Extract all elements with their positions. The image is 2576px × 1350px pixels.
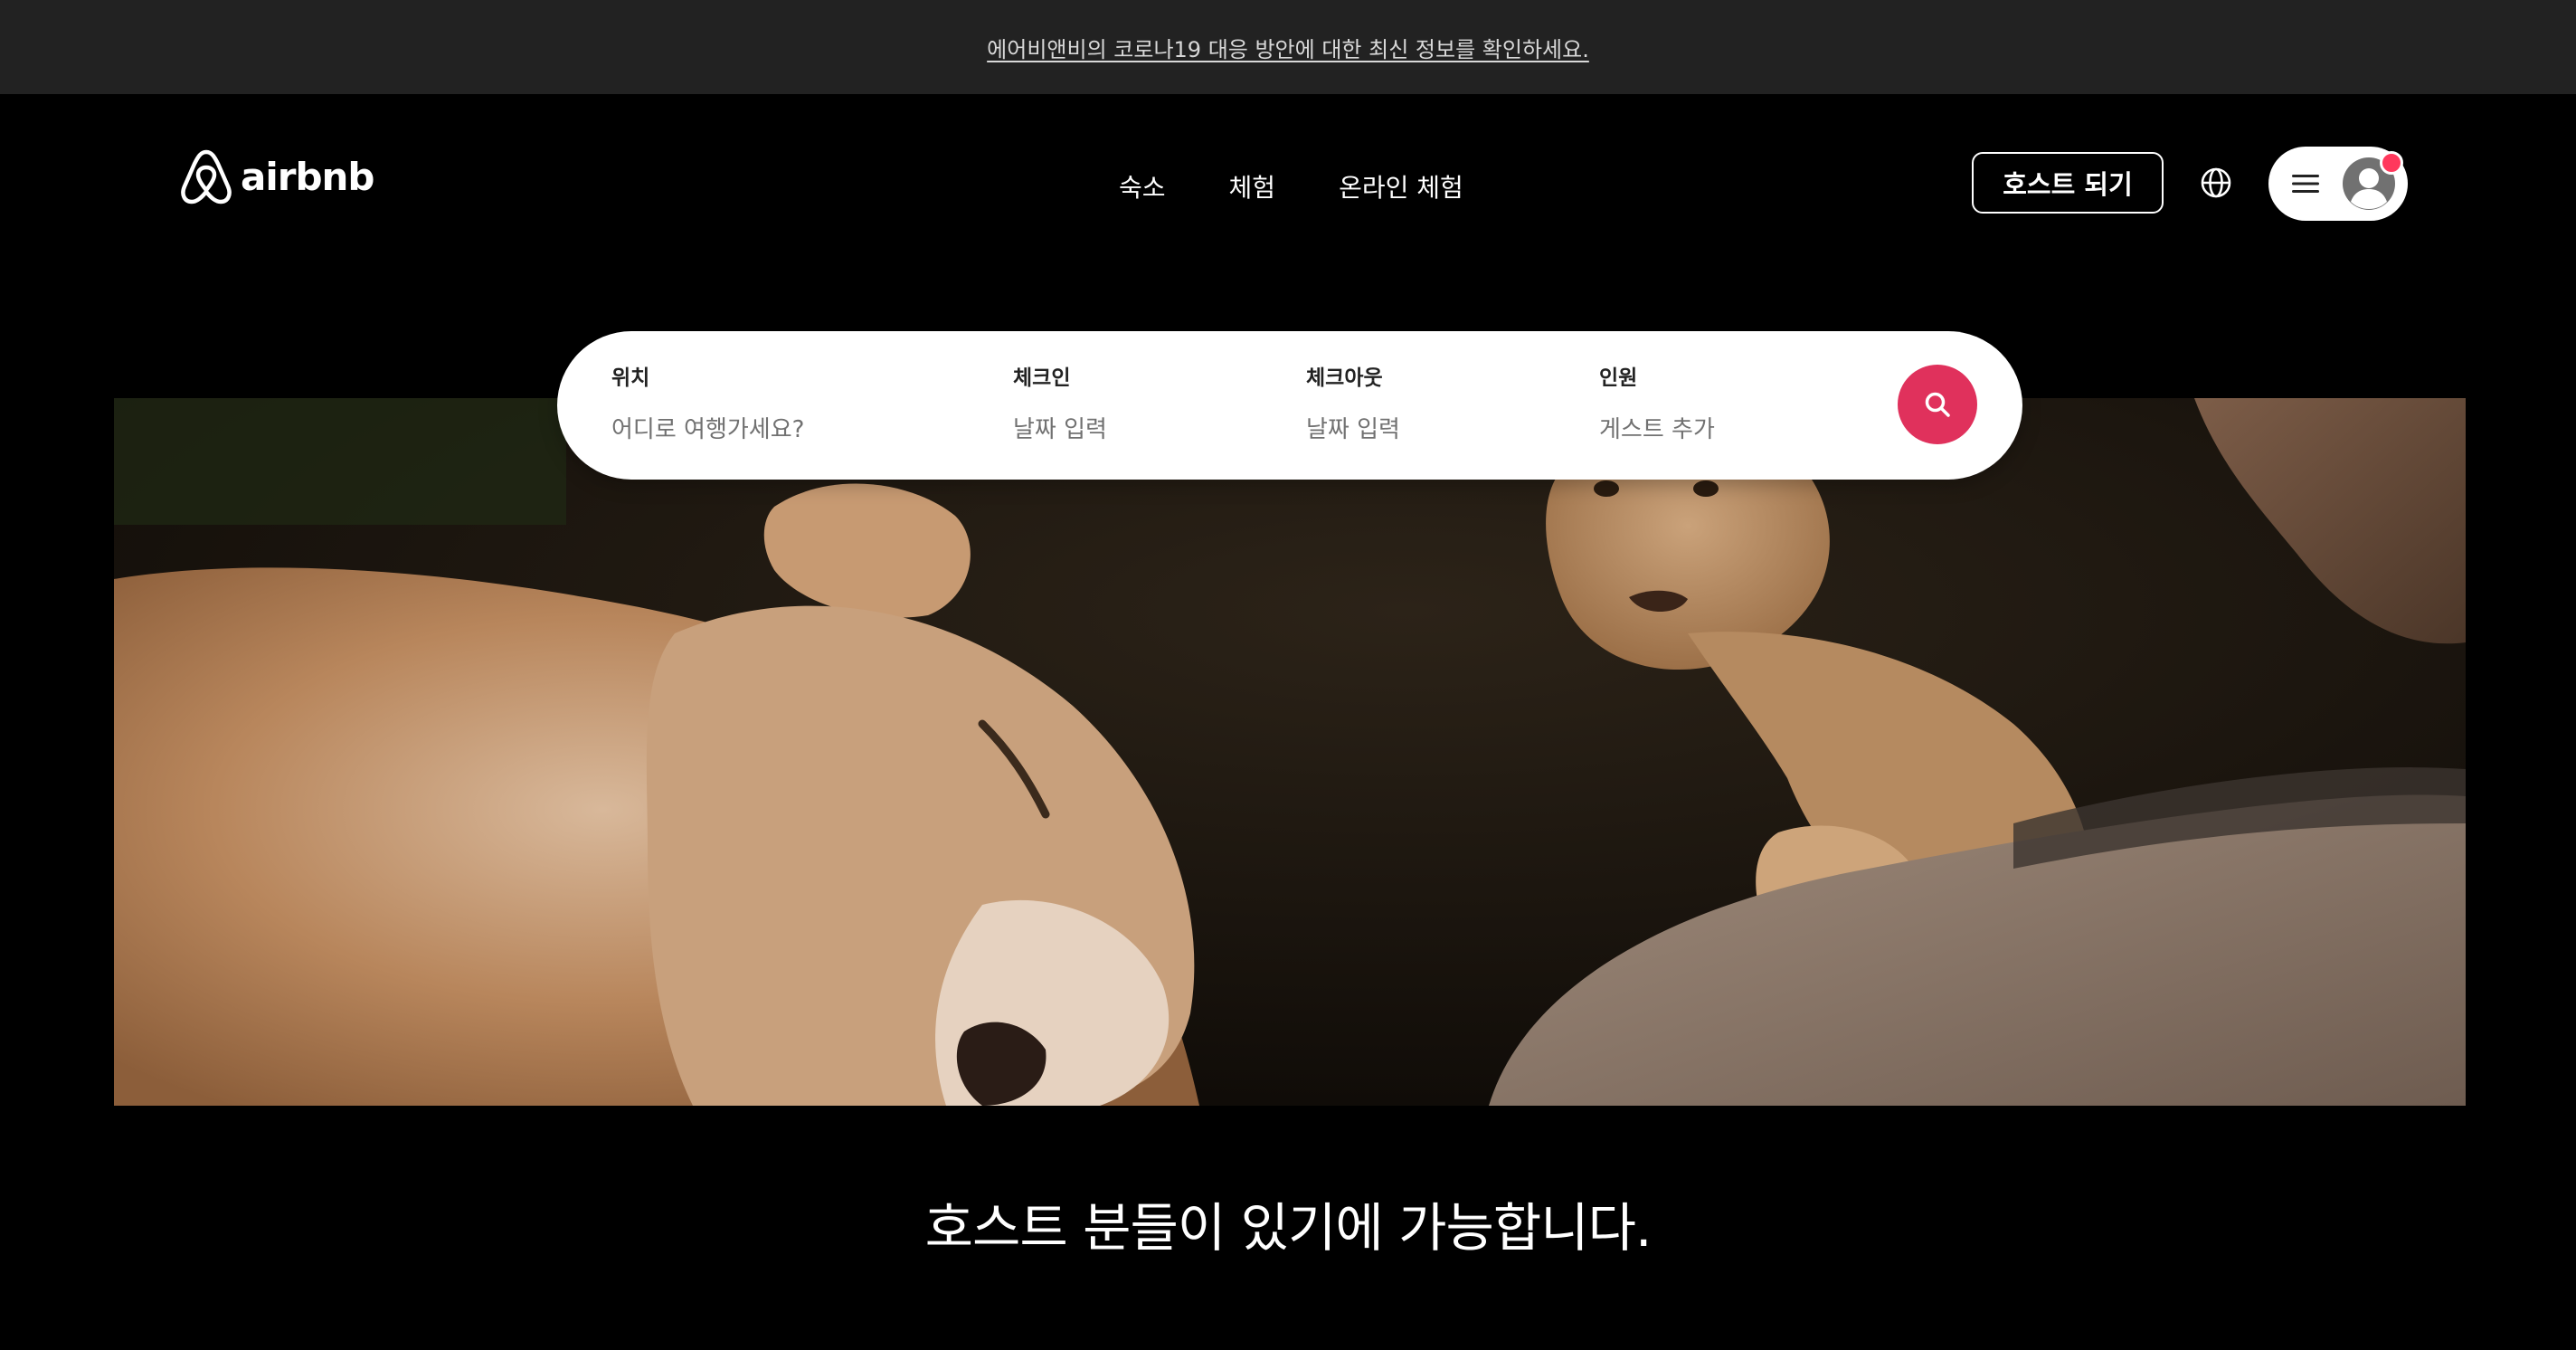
checkout-label: 체크아웃 <box>1306 366 1383 390</box>
guests-field[interactable]: 인원 게스트 추가 <box>1599 360 1715 444</box>
globe-icon[interactable] <box>2200 166 2232 199</box>
checkout-field[interactable]: 체크아웃 날짜 입력 <box>1306 360 1400 444</box>
guests-label: 인원 <box>1599 366 1638 390</box>
page-headline: 호스트 분들이 있기에 가능합니다. <box>924 1197 1653 1259</box>
location-label: 위치 <box>611 366 650 390</box>
nav-online-experiences[interactable]: 온라인 체험 <box>1339 168 1463 204</box>
search-bar: 위치 어디로 여행가세요? 체크인 날짜 입력 체크아웃 날짜 입력 인원 게스… <box>557 331 2022 480</box>
user-menu-button[interactable] <box>2268 147 2408 221</box>
hero-image <box>114 398 2466 1106</box>
notification-dot <box>2380 151 2403 175</box>
airbnb-logo[interactable]: airbnb <box>179 147 374 206</box>
logo-wordmark: airbnb <box>241 154 374 199</box>
location-input[interactable]: 어디로 여행가세요? <box>611 411 804 444</box>
search-button[interactable] <box>1898 365 1977 444</box>
checkin-field[interactable]: 체크인 날짜 입력 <box>1013 360 1107 444</box>
checkout-input[interactable]: 날짜 입력 <box>1306 411 1400 444</box>
nav-stays[interactable]: 숙소 <box>1119 168 1166 204</box>
search-icon <box>1925 392 1950 417</box>
main-nav: 숙소 체험 온라인 체험 <box>1119 168 1463 204</box>
become-host-button[interactable]: 호스트 되기 <box>1972 152 2164 214</box>
covid-info-link[interactable]: 에어비앤비의 코로나19 대응 방안에 대한 최신 정보를 확인하세요. <box>987 32 1589 63</box>
checkin-label: 체크인 <box>1013 366 1071 390</box>
airbnb-belo-icon <box>181 149 232 204</box>
guests-input[interactable]: 게스트 추가 <box>1599 411 1715 444</box>
covid-banner: 에어비앤비의 코로나19 대응 방안에 대한 최신 정보를 확인하세요. <box>0 0 2576 94</box>
checkin-input[interactable]: 날짜 입력 <box>1013 411 1107 444</box>
location-field[interactable]: 위치 어디로 여행가세요? <box>611 360 804 444</box>
nav-experiences[interactable]: 체험 <box>1229 168 1276 204</box>
hamburger-icon <box>2292 175 2319 193</box>
lioness-and-cub-photo <box>114 398 2466 1106</box>
